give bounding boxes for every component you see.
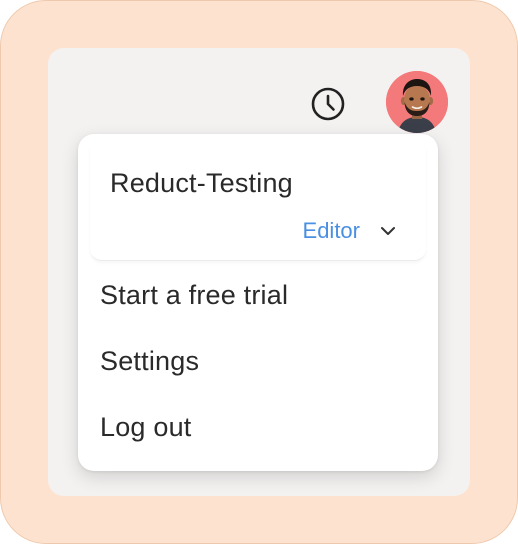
log-out-item[interactable]: Log out [100, 412, 191, 443]
user-avatar-icon [386, 71, 448, 133]
account-menu: Reduct-Testing Editor Start a free trial… [78, 134, 438, 471]
workspace-name: Reduct-Testing [110, 168, 293, 198]
workspace-card: Reduct-Testing Editor [90, 140, 426, 261]
role-label: Editor [302, 218, 360, 243]
start-free-trial-item[interactable]: Start a free trial [100, 280, 288, 311]
settings-item[interactable]: Settings [100, 346, 199, 377]
history-button[interactable] [306, 82, 350, 126]
clock-icon [311, 87, 345, 121]
avatar[interactable] [386, 71, 448, 133]
chevron-down-icon [381, 227, 395, 235]
role-dropdown[interactable]: Editor [303, 218, 396, 244]
